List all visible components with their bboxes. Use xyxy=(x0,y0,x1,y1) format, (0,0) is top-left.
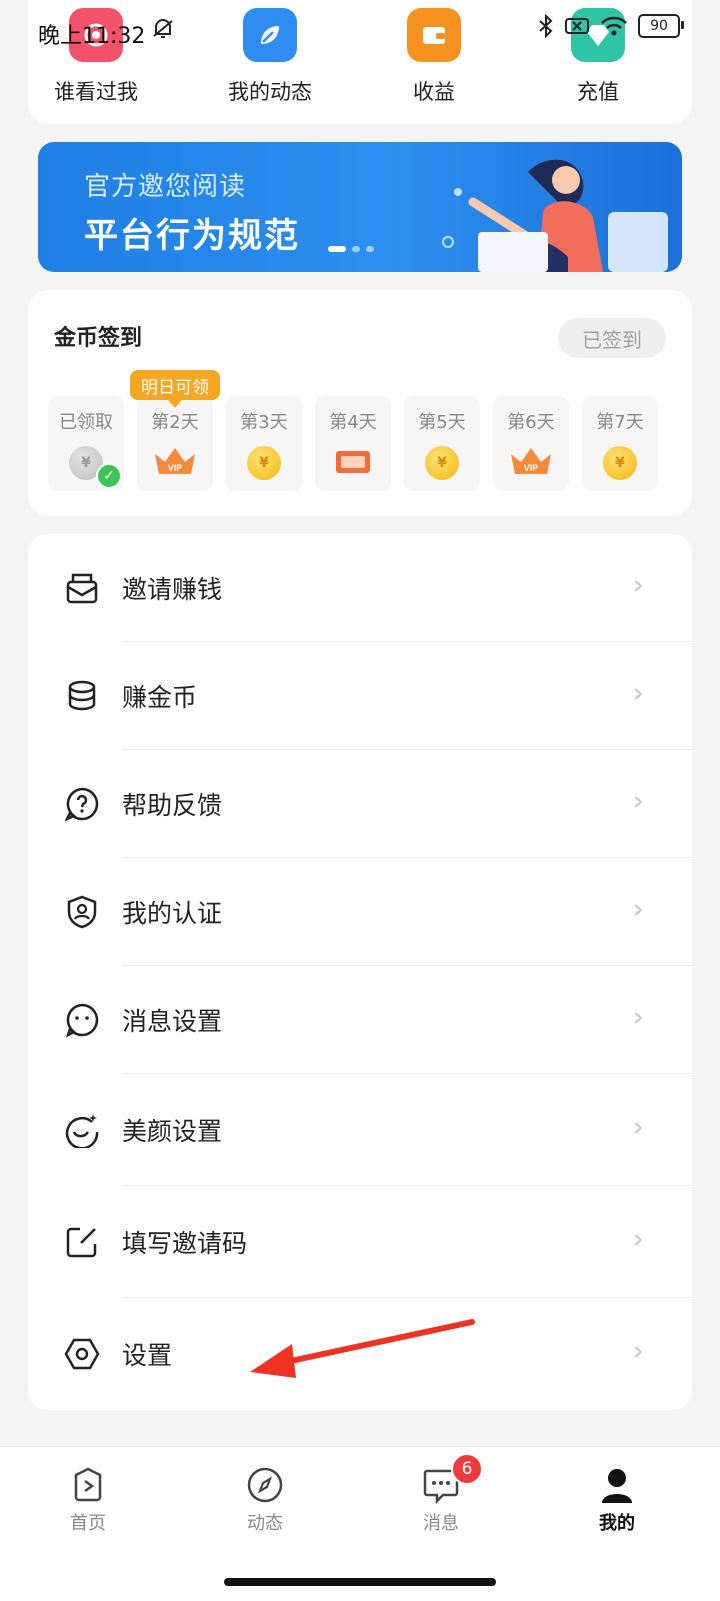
tab-home[interactable]: 首页 xyxy=(28,1465,148,1535)
status-icons: 90 xyxy=(538,14,684,38)
tab-label: 我的 xyxy=(599,1513,635,1534)
vip-crown-icon: VIP xyxy=(511,448,551,474)
checkin-days: 已领取 ¥ ✓ 第2天 VIP 第3天 ¥ 第4天 第5天 ¥ 第6天 VIP … xyxy=(48,396,658,491)
quick-action-label: 充值 xyxy=(577,80,619,104)
day-label: 第4天 xyxy=(329,412,377,433)
unread-badge: 6 xyxy=(451,1453,483,1485)
day-label: 第3天 xyxy=(240,412,288,433)
coin-icon: ¥ xyxy=(247,446,281,480)
day-label: 第2天 xyxy=(151,412,199,433)
chevron-right-icon: › xyxy=(632,676,644,709)
help-icon xyxy=(64,787,99,822)
day-label: 第6天 xyxy=(507,412,555,433)
menu-item-verification[interactable]: 我的认证 › xyxy=(28,858,692,966)
compass-icon xyxy=(247,1467,283,1503)
quick-action-label: 收益 xyxy=(413,80,455,104)
chevron-right-icon: › xyxy=(632,1222,644,1255)
menu-item-earn-coins[interactable]: 赚金币 › xyxy=(28,642,692,750)
coin-icon: ¥ xyxy=(425,446,459,480)
tab-profile[interactable]: 我的 xyxy=(557,1465,677,1535)
banner-title: 平台行为规范 xyxy=(84,216,300,256)
sim-off-icon xyxy=(565,18,589,34)
message-settings-icon xyxy=(65,1003,99,1038)
chevron-right-icon: › xyxy=(632,784,644,817)
menu-item-invite-code[interactable]: 填写邀请码 › xyxy=(28,1186,692,1298)
menu-item-help[interactable]: 帮助反馈 › xyxy=(28,750,692,858)
check-icon: ✓ xyxy=(96,463,122,489)
banner-pagination xyxy=(328,246,374,252)
checkin-day-7[interactable]: 第7天 ¥ xyxy=(582,396,658,491)
bluetooth-icon xyxy=(539,14,553,38)
tab-moments[interactable]: 动态 xyxy=(205,1465,325,1535)
reading-woman-illustration xyxy=(442,159,668,272)
status-bar: 晚上11:32 90 xyxy=(0,0,720,70)
menu-item-label: 设置 xyxy=(122,1341,173,1370)
bell-muted-icon xyxy=(153,19,173,38)
battery-indicator: 90 xyxy=(638,14,684,38)
menu-item-invite[interactable]: 邀请赚钱 › xyxy=(28,534,692,642)
day-label: 第7天 xyxy=(596,412,644,433)
shield-user-icon xyxy=(67,895,97,929)
checkin-title: 金币签到 xyxy=(54,326,143,351)
checkin-day-1[interactable]: 已领取 ¥ ✓ xyxy=(48,396,124,491)
annotation-arrow xyxy=(250,1319,475,1378)
day-label: 已领取 xyxy=(59,412,113,433)
svg-text:VIP: VIP xyxy=(524,463,539,473)
settings-hex-icon xyxy=(64,1338,100,1370)
chevron-right-icon: › xyxy=(632,892,644,925)
tomorrow-tag: 明日可领 xyxy=(130,370,220,408)
menu-item-label: 消息设置 xyxy=(122,1007,223,1036)
tab-label: 动态 xyxy=(247,1513,283,1534)
tab-label: 消息 xyxy=(423,1513,459,1534)
checkin-day-6[interactable]: 第6天 VIP xyxy=(493,396,569,491)
menu-item-beauty-settings[interactable]: 美颜设置 › xyxy=(28,1074,692,1186)
menu-item-message-settings[interactable]: 消息设置 › xyxy=(28,966,692,1074)
wifi-icon xyxy=(601,16,627,36)
quick-action-label: 我的动态 xyxy=(228,80,312,104)
profile-icon xyxy=(602,1469,632,1503)
vip-crown-icon: VIP xyxy=(155,448,195,474)
menu-item-label: 邀请赚钱 xyxy=(122,575,223,604)
home-indicator xyxy=(224,1578,496,1586)
beauty-icon xyxy=(65,1114,99,1148)
day-label: 第5天 xyxy=(418,412,466,433)
checkin-day-2[interactable]: 第2天 VIP xyxy=(137,396,213,491)
banner-subtitle: 官方邀您阅读 xyxy=(84,172,247,202)
coins-icon xyxy=(68,680,96,711)
checkin-day-4[interactable]: 第4天 xyxy=(315,396,391,491)
quick-action-label: 谁看过我 xyxy=(54,80,138,104)
signed-in-button[interactable]: 已签到 xyxy=(558,318,666,358)
menu-item-label: 填写邀请码 xyxy=(122,1229,248,1258)
menu-item-label: 帮助反馈 xyxy=(122,791,223,820)
tab-label: 首页 xyxy=(70,1513,106,1534)
menu-item-label: 我的认证 xyxy=(122,899,223,928)
chevron-right-icon: › xyxy=(632,568,644,601)
menu-item-label: 美颜设置 xyxy=(122,1117,223,1146)
coin-icon: ¥ xyxy=(603,446,637,480)
invite-envelope-icon xyxy=(66,573,98,604)
chevron-right-icon: › xyxy=(632,1334,644,1367)
status-time: 晚上11:32 xyxy=(38,24,146,49)
chevron-right-icon: › xyxy=(632,1110,644,1143)
checkin-card: 金币签到 已签到 已领取 ¥ ✓ 第2天 VIP 第3天 ¥ 第4天 第5天 ¥ xyxy=(28,290,692,516)
ticket-card-icon xyxy=(336,451,370,473)
home-play-icon xyxy=(74,1467,102,1502)
checkin-day-5[interactable]: 第5天 ¥ xyxy=(404,396,480,491)
edit-icon xyxy=(66,1227,97,1258)
tab-messages[interactable]: 6 消息 xyxy=(381,1453,501,1535)
svg-text:VIP: VIP xyxy=(168,463,183,473)
menu-item-label: 赚金币 xyxy=(122,683,198,712)
menu-card: 邀请赚钱 › 赚金币 › 帮助反馈 › 我的认证 › 消息设置 › 美颜设置 ›… xyxy=(28,534,692,1410)
promo-banner[interactable]: 官方邀您阅读 平台行为规范 xyxy=(38,142,682,272)
checkin-day-3[interactable]: 第3天 ¥ xyxy=(226,396,302,491)
chevron-right-icon: › xyxy=(632,1000,644,1033)
